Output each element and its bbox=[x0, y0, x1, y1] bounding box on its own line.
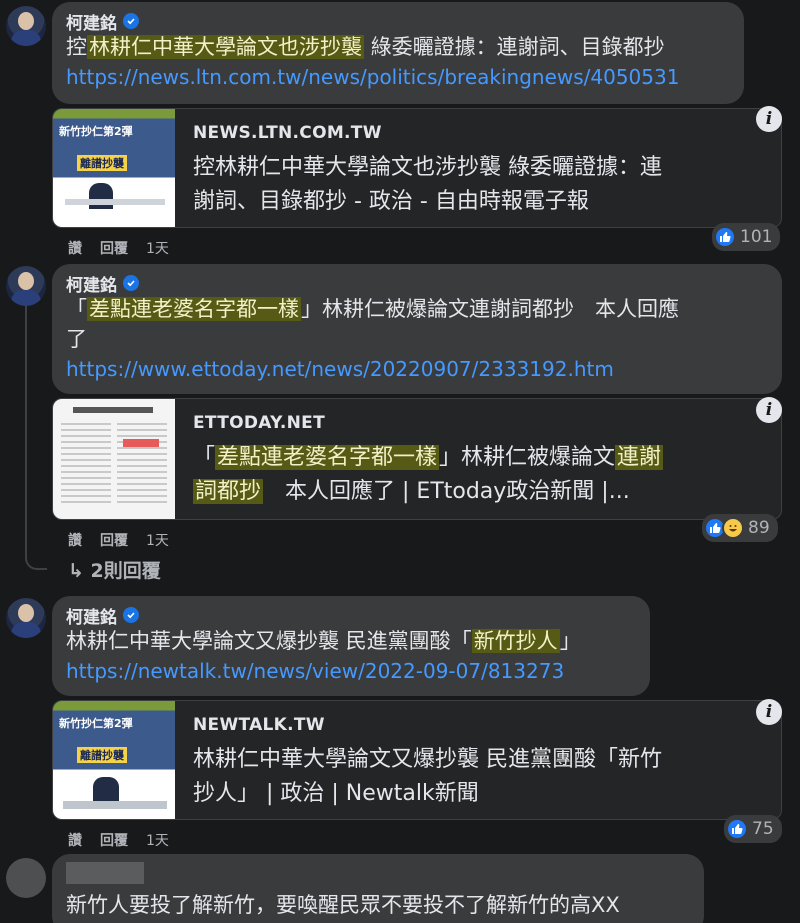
timestamp[interactable]: 1天 bbox=[146, 238, 169, 258]
thread-connector bbox=[25, 306, 27, 556]
author-name[interactable]: 柯建銘 bbox=[66, 9, 117, 34]
card-domain: ETTODAY.NET bbox=[193, 413, 325, 433]
comment-link[interactable]: https://www.ettoday.net/news/20220907/23… bbox=[66, 354, 768, 384]
card-domain: NEWTALK.TW bbox=[193, 715, 325, 735]
comment-bubble: 柯建銘 控林耕仁中華大學論文也涉抄襲 綠委曬證據：連謝詞、目錄都抄 https:… bbox=[52, 2, 744, 104]
info-icon[interactable]: i bbox=[756, 106, 782, 132]
reaction-count: 89 bbox=[748, 518, 770, 538]
like-reaction-icon bbox=[726, 818, 748, 840]
author-name[interactable]: 柯建銘 bbox=[66, 603, 117, 628]
card-domain: NEWS.LTN.COM.TW bbox=[193, 123, 382, 143]
comment-text: 「差點連老婆名字都一樣」林耕仁被爆論文連謝詞都抄 本人回應了 bbox=[66, 297, 679, 351]
comment-bubble: 柯建銘 林耕仁中華大學論文又爆抄襲 民進黨團酸「新竹抄人」 https://ne… bbox=[52, 596, 650, 696]
comment-text: 林耕仁中華大學論文又爆抄襲 民進黨團酸「新竹抄人」 bbox=[66, 629, 581, 653]
thread-connector-curve bbox=[25, 556, 47, 570]
author-name[interactable]: 柯建銘 bbox=[66, 271, 117, 296]
preview-thumbnail: 新竹抄仁第2彈 離譜抄襲 bbox=[53, 109, 175, 227]
comment-text: 控林耕仁中華大學論文也涉抄襲 綠委曬證據：連謝詞、目錄都抄 bbox=[66, 35, 665, 59]
timestamp[interactable]: 1天 bbox=[146, 830, 169, 850]
like-button[interactable]: 讚 bbox=[68, 830, 82, 850]
reply-button[interactable]: 回覆 bbox=[100, 238, 128, 258]
verified-badge-icon bbox=[123, 607, 139, 623]
reply-button[interactable]: 回覆 bbox=[100, 530, 128, 550]
reply-arrow-icon: ↳ bbox=[68, 560, 84, 582]
verified-badge-icon bbox=[123, 275, 139, 291]
info-icon[interactable]: i bbox=[756, 699, 782, 725]
comment-link[interactable]: https://newtalk.tw/news/view/2022-09-07/… bbox=[66, 656, 636, 686]
preview-thumbnail: 新竹抄仁第2彈 離譜抄襲 bbox=[53, 701, 175, 819]
card-title: 林耕仁中華大學論文又爆抄襲 民進黨團酸「新竹 抄人」 | 政治 | Newtalk… bbox=[193, 747, 662, 806]
verified-badge-icon bbox=[123, 13, 139, 29]
reaction-count: 75 bbox=[752, 819, 774, 839]
haha-reaction-icon bbox=[722, 517, 744, 539]
reaction-summary[interactable]: 89 bbox=[702, 514, 778, 542]
card-title: 「差點連老婆名字都一樣」林耕仁被爆論文連謝 詞都抄 本人回應了 | ETtoday… bbox=[193, 445, 664, 504]
preview-thumbnail bbox=[53, 399, 175, 519]
thumbnail-caption: 新竹抄仁第2彈 bbox=[59, 717, 133, 730]
view-replies-link[interactable]: ↳ 2則回覆 bbox=[68, 556, 161, 583]
like-button[interactable]: 讚 bbox=[68, 530, 82, 550]
reaction-count: 101 bbox=[740, 227, 773, 247]
comment-actions: 讚 回覆 1天 bbox=[68, 830, 169, 850]
link-preview-card[interactable]: ETTODAY.NET 「差點連老婆名字都一樣」林耕仁被爆論文連謝 詞都抄 本人回… bbox=[52, 398, 782, 520]
like-reaction-icon bbox=[714, 226, 736, 248]
link-preview-card[interactable]: 新竹抄仁第2彈 離譜抄襲 NEWS.LTN.COM.TW 控林耕仁中華大學論文也… bbox=[52, 108, 782, 228]
card-title: 控林耕仁中華大學論文也涉抄襲 綠委曬證據：連 謝詞、目錄都抄 - 政治 - 自由時… bbox=[193, 155, 662, 214]
reaction-summary[interactable]: 101 bbox=[712, 223, 781, 251]
comment-actions: 讚 回覆 1天 bbox=[68, 238, 169, 258]
like-button[interactable]: 讚 bbox=[68, 238, 82, 258]
avatar[interactable] bbox=[6, 266, 46, 306]
comment-bubble: 新竹人要投了解新竹，要喚醒民眾不要投不了解新竹的高XX bbox=[52, 854, 704, 923]
thumbnail-caption-2: 離譜抄襲 bbox=[77, 155, 127, 171]
comment-actions: 讚 回覆 1天 bbox=[68, 530, 169, 550]
thumbnail-caption: 新竹抄仁第2彈 bbox=[59, 125, 133, 138]
link-preview-card[interactable]: 新竹抄仁第2彈 離譜抄襲 NEWTALK.TW 林耕仁中華大學論文又爆抄襲 民進… bbox=[52, 700, 782, 820]
reply-button[interactable]: 回覆 bbox=[100, 830, 128, 850]
avatar[interactable] bbox=[6, 6, 46, 46]
avatar[interactable] bbox=[6, 858, 46, 898]
avatar[interactable] bbox=[6, 598, 46, 638]
comment-text: 新竹人要投了解新竹，要喚醒民眾不要投不了解新竹的高XX bbox=[66, 893, 620, 917]
redacted-author-name[interactable] bbox=[66, 862, 144, 884]
thumbnail-caption-2: 離譜抄襲 bbox=[77, 747, 127, 763]
info-icon[interactable]: i bbox=[756, 397, 782, 423]
timestamp[interactable]: 1天 bbox=[146, 530, 169, 550]
reaction-summary[interactable]: 75 bbox=[724, 815, 782, 843]
comment-bubble: 柯建銘 「差點連老婆名字都一樣」林耕仁被爆論文連謝詞都抄 本人回應了 https… bbox=[52, 264, 782, 394]
comment-link[interactable]: https://news.ltn.com.tw/news/politics/br… bbox=[66, 62, 730, 92]
